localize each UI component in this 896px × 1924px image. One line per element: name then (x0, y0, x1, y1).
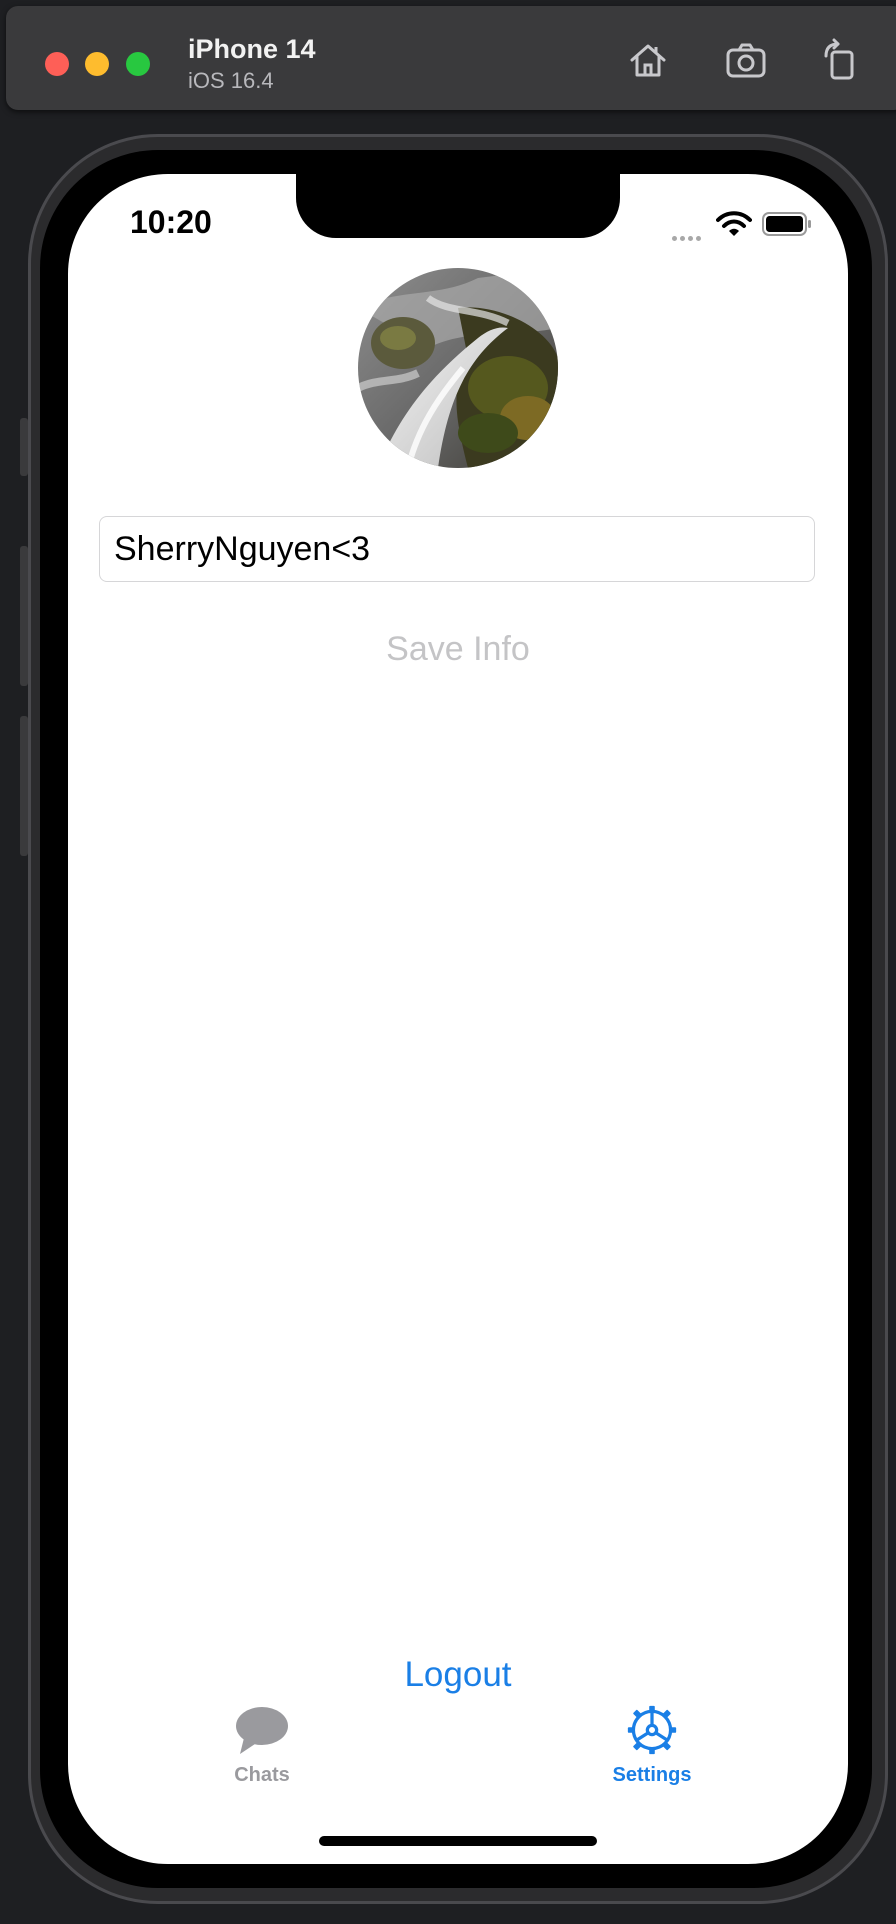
close-window-button[interactable] (45, 52, 69, 76)
save-info-button[interactable]: Save Info (308, 624, 608, 674)
home-indicator[interactable] (319, 1836, 597, 1846)
notch (296, 174, 620, 238)
screenshot-icon[interactable] (724, 38, 768, 82)
username-field[interactable] (99, 516, 815, 582)
status-time: 10:20 (130, 204, 212, 240)
mute-switch (20, 418, 28, 476)
cellular-dots-icon (672, 228, 708, 241)
rotate-icon[interactable] (818, 38, 862, 82)
tab-settings-label: Settings (612, 1764, 692, 1786)
zoom-window-button[interactable] (126, 52, 150, 76)
tab-chats[interactable]: Chats (172, 1704, 352, 1804)
device-name: iPhone 14 (188, 34, 316, 64)
volume-up-button (20, 546, 28, 686)
volume-down-button (20, 716, 28, 856)
wifi-icon (716, 210, 752, 238)
logout-button[interactable]: Logout (308, 1648, 608, 1702)
os-version: iOS 16.4 (188, 68, 274, 93)
profile-avatar[interactable] (358, 268, 558, 468)
battery-icon (762, 212, 812, 236)
minimize-window-button[interactable] (85, 52, 109, 76)
tab-chats-label: Chats (234, 1764, 290, 1786)
simulator-title-bar: iPhone 14 iOS 16.4 (6, 6, 896, 110)
device-screen: 10:20 SherryNguyen<3 Save Info Logout Ch… (68, 174, 848, 1864)
gear-icon (627, 1705, 677, 1755)
tab-settings[interactable]: Settings (562, 1704, 742, 1804)
home-icon[interactable] (626, 38, 670, 82)
chat-bubble-icon (236, 1707, 288, 1754)
